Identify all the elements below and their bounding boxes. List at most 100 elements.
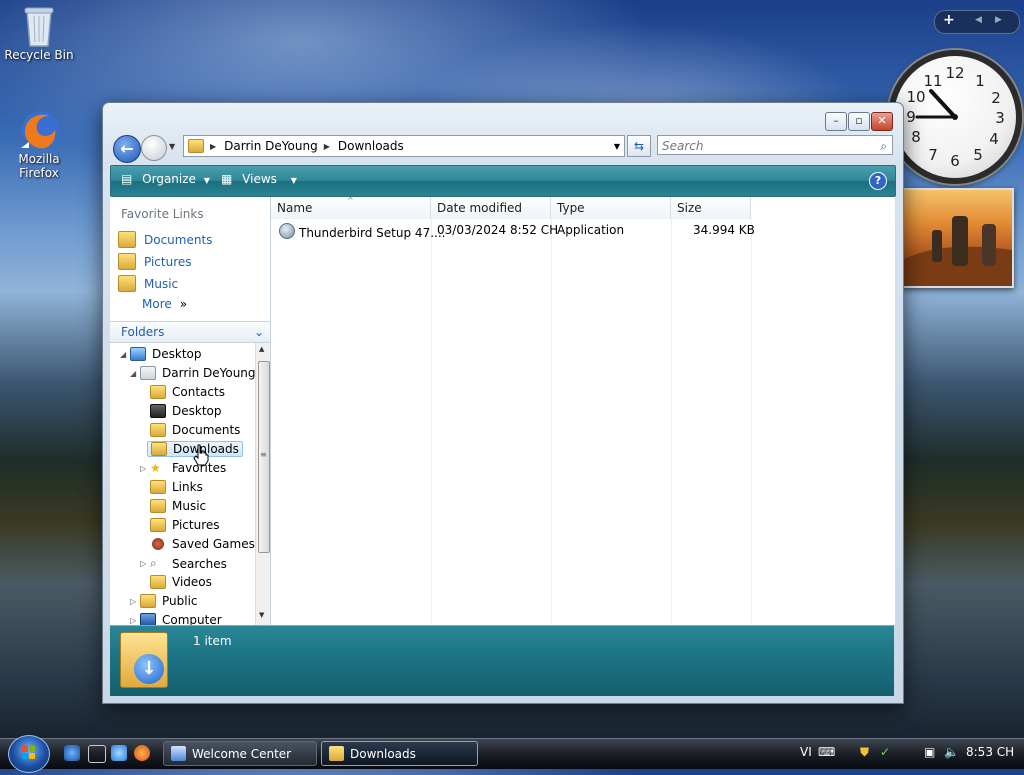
- collapse-icon[interactable]: ◢: [130, 369, 136, 378]
- refresh-button[interactable]: ⇆: [627, 135, 651, 157]
- explorer-window[interactable]: – ▫ ✕ ← ▼ ▶ Darrin DeYoung ▶ Downloads ▼…: [102, 102, 904, 704]
- column-divider: [431, 219, 432, 625]
- scrollbar-thumb[interactable]: ≡: [258, 361, 270, 553]
- tree-item-label: Links: [172, 480, 203, 494]
- maximize-button[interactable]: ▫: [848, 112, 870, 131]
- network-icon[interactable]: ▣: [924, 745, 935, 759]
- desktop-icon-label: Recycle Bin: [4, 48, 74, 62]
- scroll-up-icon[interactable]: ▲: [259, 345, 264, 353]
- address-bar[interactable]: ▶ Darrin DeYoung ▶ Downloads ▼: [183, 135, 625, 157]
- expand-icon[interactable]: ▷: [130, 597, 136, 606]
- views-label: Views: [242, 172, 277, 186]
- slideshow-photo-icon: [902, 216, 1012, 286]
- clock-time[interactable]: 8:53 CH: [966, 745, 1014, 759]
- tree-item-videos[interactable]: Videos: [150, 575, 212, 589]
- breadcrumb-downloads[interactable]: Downloads: [338, 139, 404, 153]
- tree-item-favorites[interactable]: ▷ ★ Favorites: [140, 461, 226, 475]
- address-dropdown-icon[interactable]: ▼: [614, 142, 620, 151]
- tree-item-label: Searches: [172, 556, 227, 571]
- breadcrumb-separator-icon[interactable]: ▶: [210, 142, 216, 151]
- more-label: More: [142, 297, 172, 311]
- search-placeholder: Search: [662, 139, 704, 153]
- tree-item-saved-games[interactable]: Saved Games: [150, 537, 255, 551]
- favorites-star-icon: ★: [150, 461, 161, 475]
- task-label: Welcome Center: [192, 747, 292, 761]
- desktop-icon-label: Firefox: [19, 166, 59, 180]
- folders-scrollbar[interactable]: ▲ ≡ ▼: [255, 343, 270, 625]
- svg-text:7: 7: [928, 146, 938, 164]
- search-icon[interactable]: ⌕: [880, 136, 887, 156]
- sidebar-gadget-controls[interactable]: + ◀ ▶: [934, 10, 1020, 34]
- column-header-type[interactable]: Type: [551, 197, 671, 219]
- tree-item-public[interactable]: ▷ Public: [130, 594, 198, 608]
- tree-item-darrin-deyoung[interactable]: ◢ Darrin DeYoung: [130, 366, 256, 380]
- recent-pages-dropdown-icon[interactable]: ▼: [169, 142, 175, 151]
- column-header-name[interactable]: Name ^: [271, 196, 431, 219]
- tree-item-contacts[interactable]: Contacts: [150, 385, 225, 399]
- taskbar-button-welcome-center[interactable]: Welcome Center: [163, 741, 317, 766]
- downloads-folder-icon: [329, 746, 344, 761]
- tree-item-documents[interactable]: Documents: [150, 423, 240, 437]
- folders-label: Folders: [121, 325, 165, 339]
- taskbar-button-downloads[interactable]: Downloads: [321, 741, 478, 766]
- language-indicator[interactable]: VI: [800, 745, 812, 759]
- tree-item-desktop-root[interactable]: ◢ Desktop: [120, 347, 202, 361]
- tree-item-desktop[interactable]: Desktop: [150, 404, 222, 418]
- breadcrumb-separator-icon[interactable]: ▶: [324, 142, 330, 151]
- svg-text:3: 3: [995, 109, 1005, 127]
- file-name-cell[interactable]: Thunderbird Setup 47....: [279, 223, 445, 240]
- desktop-icon-firefox[interactable]: Mozilla Firefox: [4, 108, 74, 180]
- expand-icon[interactable]: ▷: [140, 464, 146, 473]
- file-size-cell: 34.994 KB: [693, 223, 755, 237]
- favorite-link-pictures[interactable]: Pictures: [118, 253, 192, 270]
- breadcrumb-darrin-deyoung[interactable]: Darrin DeYoung: [224, 139, 318, 153]
- security-shield-icon[interactable]: ⛊: [860, 745, 869, 760]
- close-button[interactable]: ✕: [871, 112, 893, 131]
- saved-games-icon: [152, 538, 164, 550]
- more-links[interactable]: More »: [142, 297, 187, 311]
- navigation-bar: ← ▼ ▶ Darrin DeYoung ▶ Downloads ▼ ⇆ Sea…: [111, 133, 893, 163]
- installer-icon: [279, 223, 295, 239]
- help-button[interactable]: ?: [869, 172, 887, 190]
- minimize-button[interactable]: –: [825, 112, 847, 131]
- column-header-size[interactable]: Size: [671, 197, 751, 219]
- tree-item-searches[interactable]: ▷ ⌕ Searches: [140, 556, 227, 571]
- svg-text:5: 5: [973, 146, 983, 164]
- update-check-icon[interactable]: ✓: [880, 745, 890, 759]
- back-button[interactable]: ←: [113, 135, 141, 163]
- tree-item-music[interactable]: Music: [150, 499, 206, 513]
- keyboard-icon[interactable]: ⌨: [818, 745, 835, 759]
- switch-windows-icon[interactable]: [88, 745, 106, 763]
- expand-icon[interactable]: ▷: [130, 616, 136, 625]
- clock-face-icon: 12 12 345 678 91011: [906, 64, 1005, 170]
- contacts-folder-icon: [150, 385, 166, 399]
- column-label: Size: [677, 201, 702, 215]
- search-input[interactable]: Search ⌕: [657, 135, 893, 155]
- tree-item-pictures[interactable]: Pictures: [150, 518, 220, 532]
- desktop-icon-recycle-bin[interactable]: Recycle Bin: [4, 4, 74, 62]
- organize-menu[interactable]: ▤ Organize ▼: [121, 172, 210, 186]
- views-menu[interactable]: ▦ Views ▼: [221, 172, 297, 186]
- music-folder-icon: [150, 499, 166, 513]
- previous-gadget-icon[interactable]: ◀: [975, 15, 982, 25]
- add-gadget-icon[interactable]: +: [943, 12, 955, 28]
- scroll-down-icon[interactable]: ▼: [259, 611, 264, 619]
- collapse-icon[interactable]: ◢: [120, 350, 126, 359]
- folders-header[interactable]: Folders ⌄: [110, 321, 270, 343]
- internet-explorer-icon[interactable]: [111, 745, 127, 761]
- next-gadget-icon[interactable]: ▶: [995, 15, 1002, 25]
- tree-item-label: Public: [162, 594, 198, 608]
- quick-launch-ie-icon[interactable]: [64, 745, 80, 761]
- volume-muted-icon[interactable]: 🔈: [944, 745, 959, 759]
- clock-gadget[interactable]: 12 1 2 345 678 9 10 11: [888, 50, 1022, 184]
- forward-button[interactable]: [141, 135, 167, 161]
- file-list[interactable]: Name ^ Date modified Type Size Thunderbi…: [271, 196, 895, 625]
- column-header-date-modified[interactable]: Date modified: [431, 197, 551, 219]
- tree-item-links[interactable]: Links: [150, 480, 203, 494]
- favorite-link-music[interactable]: Music: [118, 275, 178, 292]
- slideshow-gadget[interactable]: [900, 188, 1014, 288]
- start-button[interactable]: [8, 735, 50, 773]
- expand-icon[interactable]: ▷: [140, 559, 146, 568]
- favorite-link-documents[interactable]: Documents: [118, 231, 212, 248]
- firefox-quick-launch-icon[interactable]: [134, 745, 150, 761]
